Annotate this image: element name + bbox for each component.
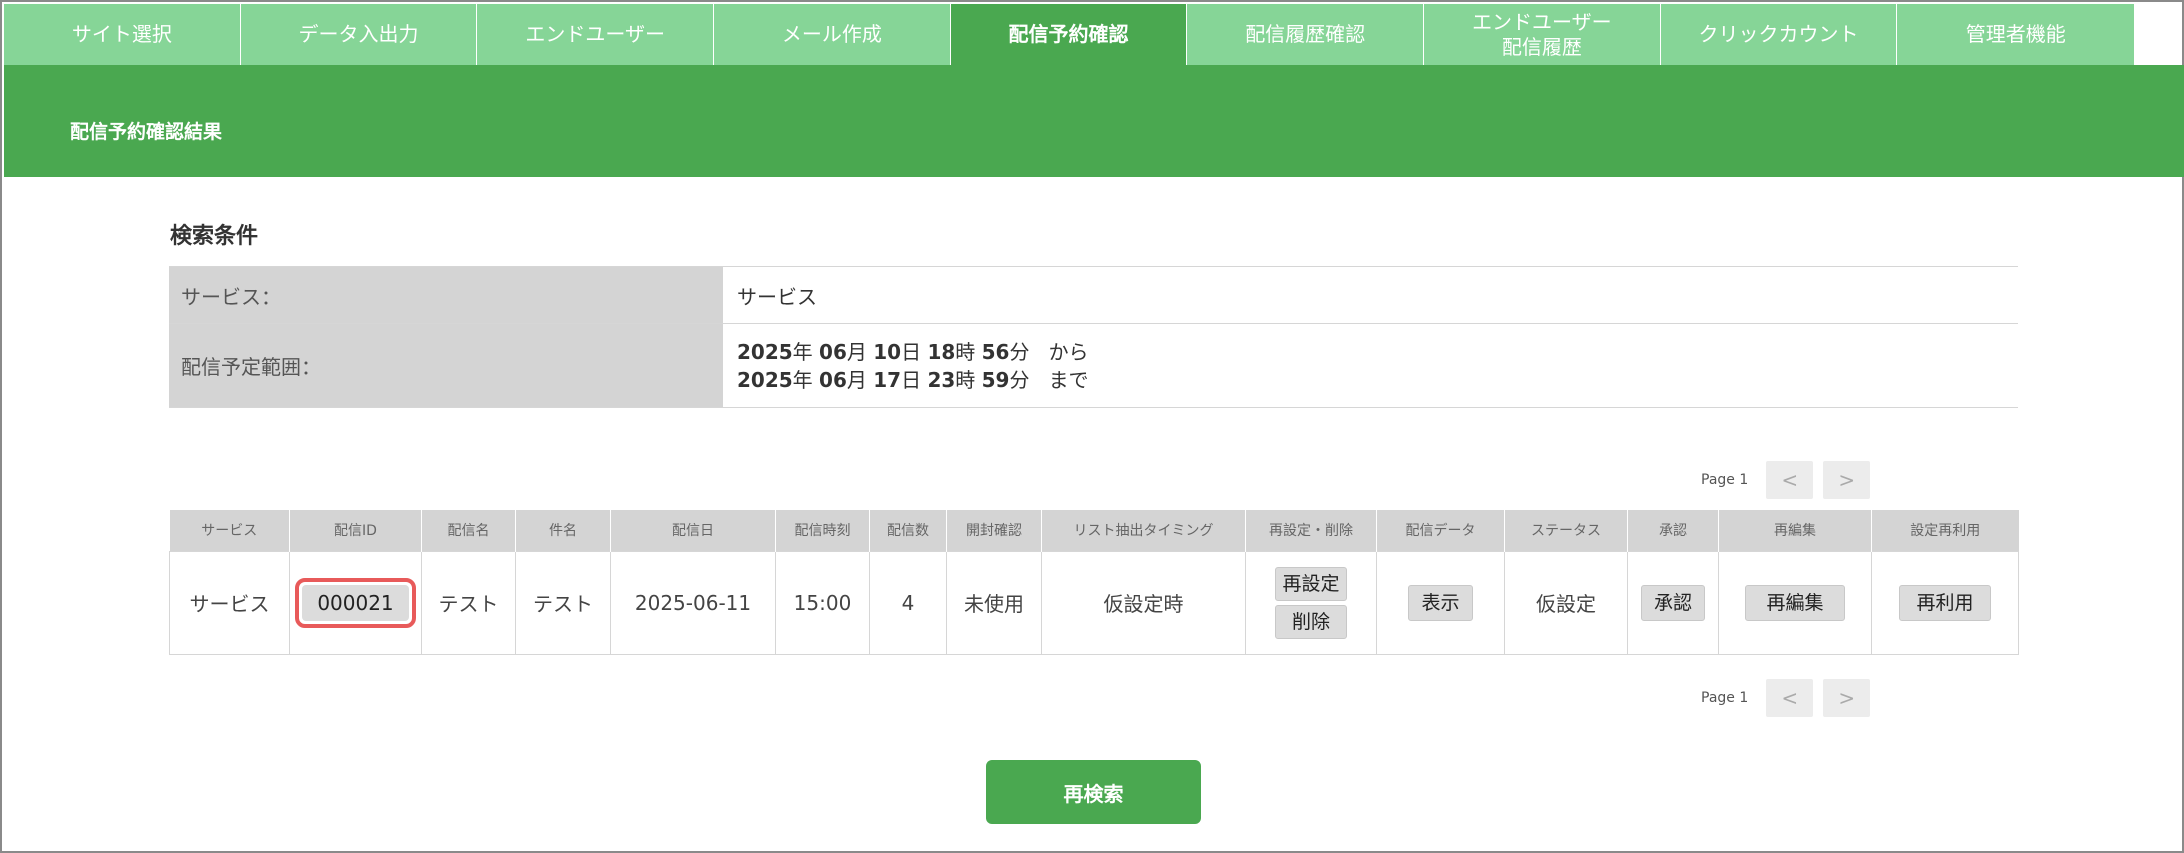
range-to: 2025年 06月 17日 23時 59分 まで xyxy=(737,367,1089,392)
prev-page-button[interactable]: < xyxy=(1766,679,1814,717)
search-conditions-table: サービス： サービス 配信予定範囲： 2025年 06月 10日 18時 56分… xyxy=(169,266,2018,408)
results-table: サービス 配信ID 配信名 件名 配信日 配信時刻 配信数 開封確認 リスト抽出… xyxy=(169,510,2019,655)
tab-delivery-history[interactable]: 配信履歴確認 xyxy=(1187,4,1425,65)
service-value: サービス xyxy=(723,266,2018,324)
pager-bottom: Page 1 < > xyxy=(1701,679,1871,717)
cell-id: 000021 xyxy=(289,550,422,655)
col-header: ステータス xyxy=(1504,510,1628,551)
table-row: サービス 000021 テスト テスト 2025-06-11 15:00 4 未… xyxy=(169,550,2019,655)
tab-site-select[interactable]: サイト選択 xyxy=(4,4,241,65)
cell-open-check: 未使用 xyxy=(946,550,1042,655)
cell-subject: テスト xyxy=(515,550,611,655)
col-header: 再設定・削除 xyxy=(1245,510,1377,551)
app-frame: サイト選択 データ入出力 エンドユーザー メール作成 配信予約確認 配信履歴確認… xyxy=(0,0,2184,853)
col-header: 配信ID xyxy=(289,510,422,551)
cell-approve: 承認 xyxy=(1627,550,1719,655)
cell-status: 仮設定 xyxy=(1504,550,1628,655)
col-header: 配信日 xyxy=(610,510,776,551)
next-page-button[interactable]: > xyxy=(1823,461,1871,499)
cell-list-timing: 仮設定時 xyxy=(1041,550,1246,655)
range-label: 配信予定範囲： xyxy=(169,323,723,408)
tab-data-io[interactable]: データ入出力 xyxy=(240,4,478,65)
tab-end-user-history[interactable]: エンドユーザー 配信履歴 xyxy=(1424,4,1661,65)
next-page-button[interactable]: > xyxy=(1823,679,1871,717)
tab-admin[interactable]: 管理者機能 xyxy=(1897,4,2135,65)
show-button[interactable]: 表示 xyxy=(1408,584,1473,621)
cell-time: 15:00 xyxy=(775,550,870,655)
cell-name: テスト xyxy=(421,550,516,655)
col-header: 開封確認 xyxy=(946,510,1042,551)
pager-label: Page 1 xyxy=(1701,472,1749,488)
reuse-button[interactable]: 再利用 xyxy=(1899,584,1991,621)
delete-button[interactable]: 削除 xyxy=(1275,604,1347,639)
cell-date: 2025-06-11 xyxy=(610,550,776,655)
cell-service: サービス xyxy=(169,550,290,655)
col-header: 配信数 xyxy=(869,510,947,551)
cell-count: 4 xyxy=(869,550,947,655)
col-header: 配信データ xyxy=(1376,510,1505,551)
cell-reedit: 再編集 xyxy=(1718,550,1872,655)
reedit-button[interactable]: 再編集 xyxy=(1745,584,1845,621)
col-header: サービス xyxy=(169,510,290,551)
tab-end-user[interactable]: エンドユーザー xyxy=(477,4,715,65)
prev-page-button[interactable]: < xyxy=(1766,461,1814,499)
reset-button[interactable]: 再設定 xyxy=(1275,566,1347,601)
range-value: 2025年 06月 10日 18時 56分 から 2025年 06月 17日 2… xyxy=(723,323,2018,408)
results-header-row: サービス 配信ID 配信名 件名 配信日 配信時刻 配信数 開封確認 リスト抽出… xyxy=(169,510,2019,551)
approve-button[interactable]: 承認 xyxy=(1640,584,1705,621)
col-header: 設定再利用 xyxy=(1871,510,2019,551)
range-from: 2025年 06月 10日 18時 56分 から xyxy=(737,339,1089,364)
tab-click-count[interactable]: クリックカウント xyxy=(1660,4,1898,65)
tab-mail-create[interactable]: メール作成 xyxy=(714,4,951,65)
tab-reservation-check[interactable]: 配信予約確認 xyxy=(950,4,1188,65)
col-header: 再編集 xyxy=(1718,510,1872,551)
delivery-id-button[interactable]: 000021 xyxy=(295,577,416,628)
pager-label: Page 1 xyxy=(1701,690,1749,706)
service-label: サービス： xyxy=(169,266,723,324)
col-header: 承認 xyxy=(1627,510,1719,551)
cell-delivery-data: 表示 xyxy=(1376,550,1505,655)
research-button[interactable]: 再検索 xyxy=(986,760,1201,824)
cell-reuse: 再利用 xyxy=(1871,550,2019,655)
col-header: 配信時刻 xyxy=(775,510,870,551)
search-conditions-heading: 検索条件 xyxy=(170,224,259,249)
top-nav: サイト選択 データ入出力 エンドユーザー メール作成 配信予約確認 配信履歴確認… xyxy=(4,4,2135,65)
page-title: 配信予約確認結果 xyxy=(70,121,223,143)
col-header: リスト抽出タイミング xyxy=(1041,510,1246,551)
pager-top: Page 1 < > xyxy=(1701,461,1871,499)
page-banner: 配信予約確認結果 xyxy=(4,65,2184,177)
cell-reset-delete: 再設定 削除 xyxy=(1245,550,1377,655)
col-header: 配信名 xyxy=(421,510,516,551)
col-header: 件名 xyxy=(515,510,611,551)
